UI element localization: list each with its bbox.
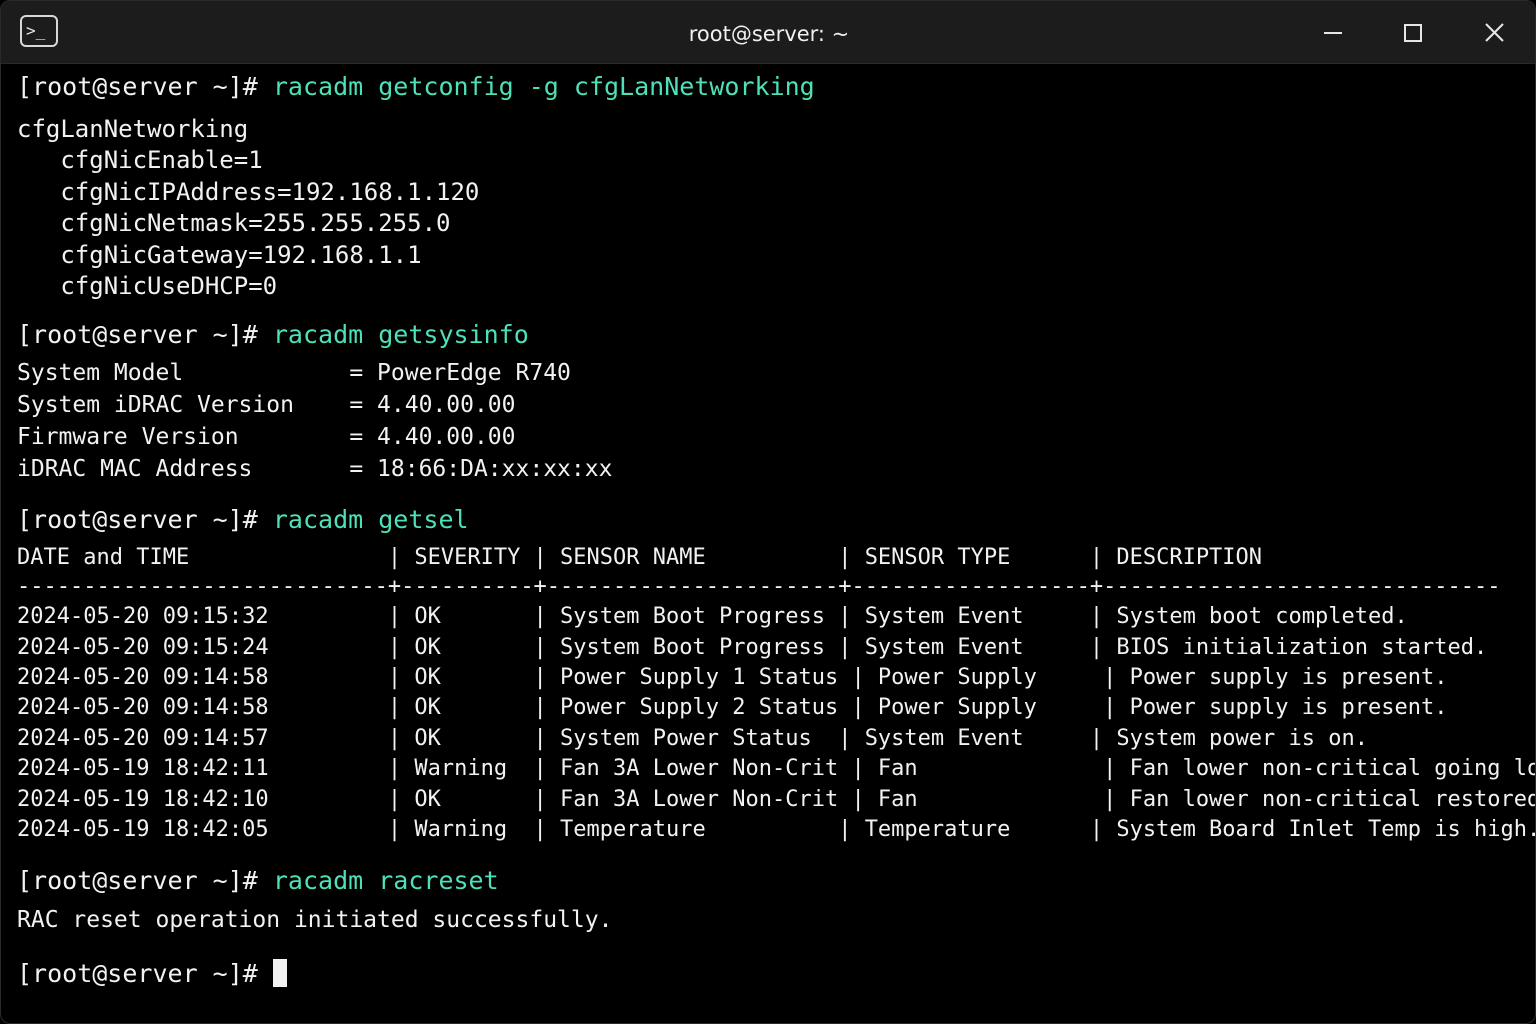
- table-header: DATE and TIME | SEVERITY | SENSOR NAME |…: [17, 545, 1263, 570]
- command-line: [root@server ~]# racadm getsysinfo: [17, 320, 529, 349]
- text-cursor: [272, 959, 287, 987]
- maximize-button[interactable]: [1391, 11, 1435, 55]
- table-row: 2024-05-19 18:42:05 | Warning | Temperat…: [17, 817, 1536, 842]
- output-line: System Model = PowerEdge R740: [17, 360, 571, 386]
- command-line: [root@server ~]# racadm racreset: [17, 866, 499, 895]
- output-line: Firmware Version = 4.40.00.00: [17, 424, 516, 450]
- output-line: System iDRAC Version = 4.40.00.00: [17, 392, 516, 418]
- prompt: [root@server ~]#: [17, 505, 273, 534]
- window-title: root@server: ~: [688, 22, 850, 46]
- output-line: cfgNicGateway=192.168.1.1: [17, 241, 422, 269]
- output-line: RAC reset operation initiated successful…: [17, 907, 613, 933]
- table-row: 2024-05-20 09:15:24 | OK | System Boot P…: [17, 635, 1488, 660]
- output-line: cfgNicEnable=1: [17, 146, 263, 174]
- table-row: 2024-05-19 18:42:10 | OK | Fan 3A Lower …: [17, 787, 1536, 812]
- command-text: racadm getsel: [272, 505, 469, 534]
- prompt: [root@server ~]#: [17, 320, 273, 349]
- output-line: cfgLanNetworking: [17, 115, 249, 143]
- table-row: 2024-05-20 09:14:57 | OK | System Power …: [17, 726, 1369, 751]
- command-text: racadm racreset: [272, 866, 499, 895]
- active-prompt-line[interactable]: [root@server ~]#: [17, 959, 287, 988]
- title-bar[interactable]: >_ root@server: ~: [1, 1, 1535, 64]
- table-row: 2024-05-20 09:14:58 | OK | Power Supply …: [17, 695, 1448, 720]
- table-separator: ----------------------------+----------+…: [17, 574, 1501, 599]
- prompt: [root@server ~]#: [17, 959, 273, 988]
- command-text: racadm getconfig -g cfgLanNetworking: [272, 72, 815, 101]
- command-line: [root@server ~]# racadm getsel: [17, 505, 469, 534]
- maximize-icon: [1404, 24, 1422, 42]
- table-row: 2024-05-20 09:14:58 | OK | Power Supply …: [17, 665, 1448, 690]
- command-text: racadm getsysinfo: [272, 320, 529, 349]
- output-line: cfgNicUseDHCP=0: [17, 272, 278, 300]
- prompt: [root@server ~]#: [17, 72, 273, 101]
- output-line: cfgNicNetmask=255.255.255.0: [17, 209, 451, 237]
- minimize-button[interactable]: [1311, 11, 1355, 55]
- close-button[interactable]: [1472, 11, 1516, 55]
- prompt: [root@server ~]#: [17, 866, 273, 895]
- table-row: 2024-05-19 18:42:11 | Warning | Fan 3A L…: [17, 756, 1536, 781]
- table-row: 2024-05-20 09:15:32 | OK | System Boot P…: [17, 604, 1408, 629]
- close-icon: [1485, 23, 1504, 42]
- terminal-output[interactable]: [root@server ~]# racadm getconfig -g cfg…: [1, 64, 1536, 1023]
- output-line: iDRAC MAC Address = 18:66:DA:xx:xx:xx: [17, 456, 613, 482]
- minimize-icon: [1324, 32, 1342, 34]
- terminal-window: >_ root@server: ~ [root@server ~]# racad…: [0, 0, 1536, 1024]
- command-line: [root@server ~]# racadm getconfig -g cfg…: [17, 72, 815, 101]
- output-line: cfgNicIPAddress=192.168.1.120: [17, 178, 480, 206]
